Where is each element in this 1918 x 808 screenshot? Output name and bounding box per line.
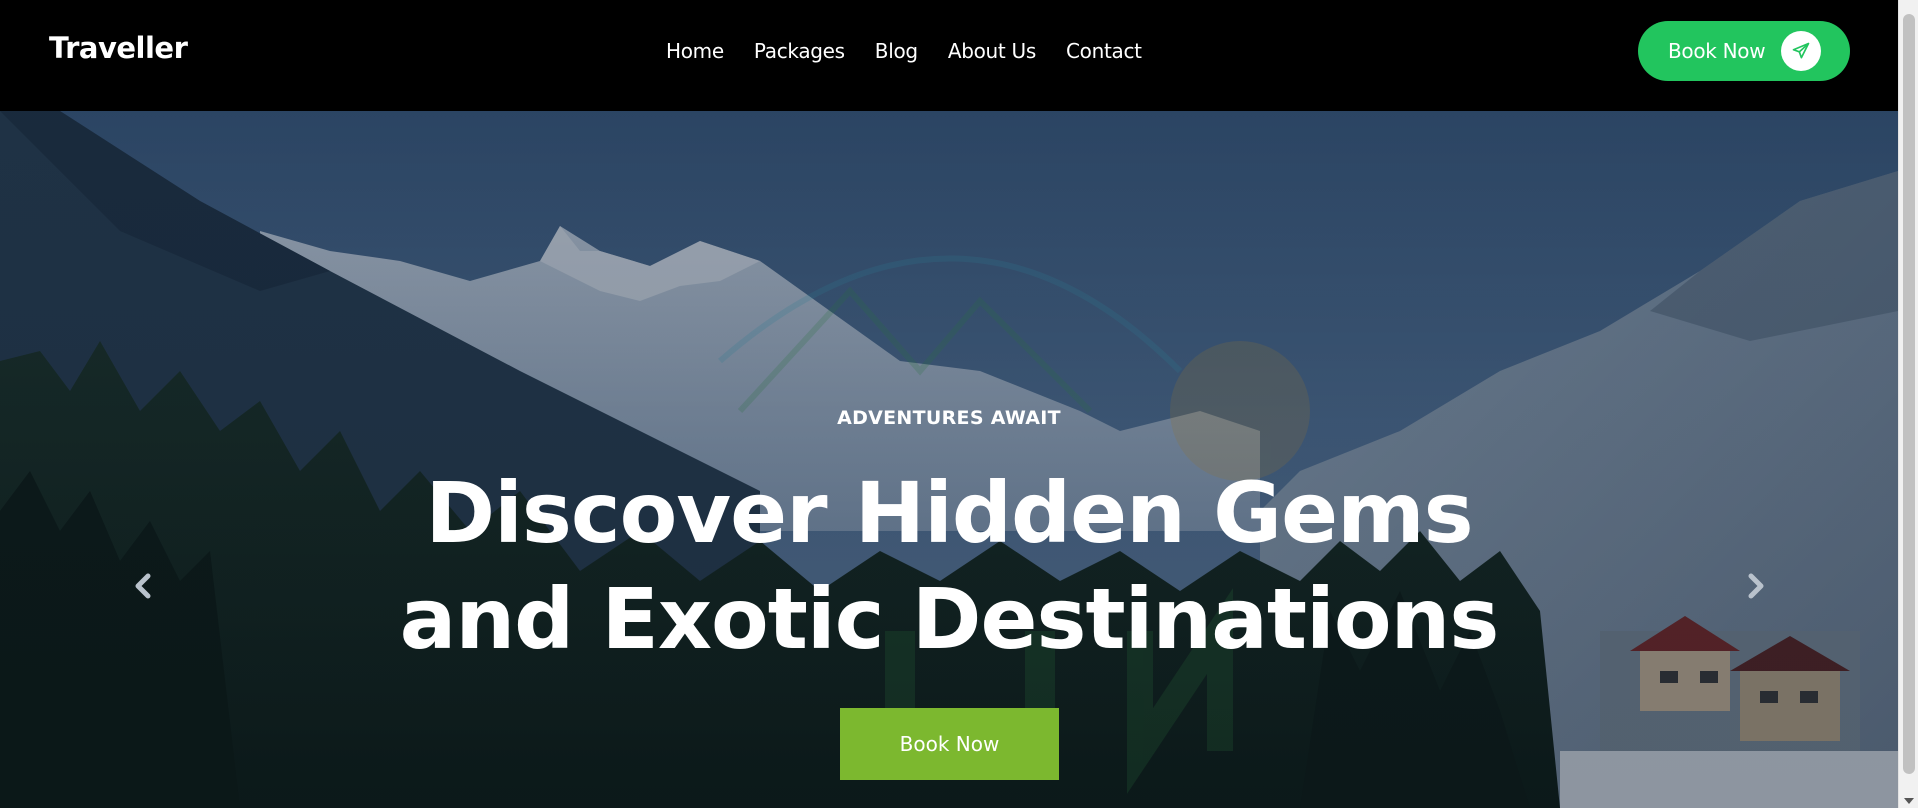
hero-title-line-1: Discover Hidden Gems	[425, 464, 1473, 562]
chevron-right-icon	[1748, 573, 1764, 599]
brand-logo[interactable]: Traveller	[49, 31, 188, 65]
nav-links: Home Packages Blog About Us Contact	[666, 37, 1172, 65]
nav-link-home[interactable]: Home	[666, 37, 724, 65]
nav-link-blog[interactable]: Blog	[875, 37, 918, 65]
page-scrollbar[interactable]	[1898, 0, 1918, 808]
hero-carousel: ADVENTURES AWAIT Discover Hidden Gems an…	[0, 111, 1898, 808]
hero-title-line-2: and Exotic Destinations	[399, 570, 1500, 668]
hero-book-now-button[interactable]: Book Now	[840, 708, 1059, 780]
carousel-next-button[interactable]	[1741, 571, 1771, 601]
paper-plane-icon	[1781, 31, 1821, 71]
scroll-down-arrow-icon[interactable]	[1904, 798, 1914, 804]
nav-book-now-button[interactable]: Book Now	[1638, 21, 1850, 81]
nav-link-packages[interactable]: Packages	[754, 37, 845, 65]
nav-link-contact[interactable]: Contact	[1066, 37, 1142, 65]
nav-link-about-us[interactable]: About Us	[948, 37, 1036, 65]
carousel-prev-button[interactable]	[128, 571, 158, 601]
navbar: Traveller Home Packages Blog About Us Co…	[0, 0, 1898, 111]
scrollbar-thumb[interactable]	[1903, 14, 1915, 774]
nav-book-now-label: Book Now	[1668, 39, 1766, 63]
chevron-left-icon	[135, 573, 151, 599]
hero-eyebrow: ADVENTURES AWAIT	[837, 407, 1061, 429]
hero-title: Discover Hidden Gems and Exotic Destinat…	[0, 460, 1898, 672]
